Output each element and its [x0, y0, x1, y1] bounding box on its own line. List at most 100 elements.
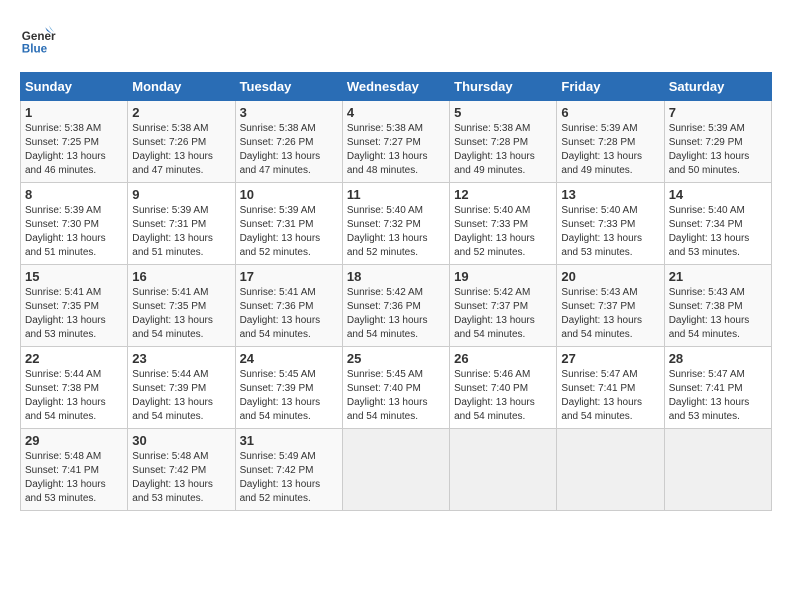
- day-info: Sunrise: 5:46 AMSunset: 7:40 PMDaylight:…: [454, 369, 535, 422]
- calendar-cell: 26 Sunrise: 5:46 AMSunset: 7:40 PMDaylig…: [450, 347, 557, 429]
- day-number: 29: [25, 433, 123, 448]
- calendar-cell: 20 Sunrise: 5:43 AMSunset: 7:37 PMDaylig…: [557, 265, 664, 347]
- calendar-cell: 31 Sunrise: 5:49 AMSunset: 7:42 PMDaylig…: [235, 429, 342, 511]
- day-info: Sunrise: 5:39 AMSunset: 7:29 PMDaylight:…: [669, 123, 750, 176]
- calendar-cell: 2 Sunrise: 5:38 AMSunset: 7:26 PMDayligh…: [128, 101, 235, 183]
- calendar-cell: 6 Sunrise: 5:39 AMSunset: 7:28 PMDayligh…: [557, 101, 664, 183]
- day-info: Sunrise: 5:38 AMSunset: 7:27 PMDaylight:…: [347, 123, 428, 176]
- day-info: Sunrise: 5:42 AMSunset: 7:36 PMDaylight:…: [347, 287, 428, 340]
- calendar-cell: 25 Sunrise: 5:45 AMSunset: 7:40 PMDaylig…: [342, 347, 449, 429]
- calendar-header-row: SundayMondayTuesdayWednesdayThursdayFrid…: [21, 73, 772, 101]
- day-info: Sunrise: 5:45 AMSunset: 7:40 PMDaylight:…: [347, 369, 428, 422]
- day-number: 26: [454, 351, 552, 366]
- day-number: 5: [454, 105, 552, 120]
- calendar-cell: 11 Sunrise: 5:40 AMSunset: 7:32 PMDaylig…: [342, 183, 449, 265]
- svg-text:Blue: Blue: [22, 42, 48, 55]
- calendar-cell: 7 Sunrise: 5:39 AMSunset: 7:29 PMDayligh…: [664, 101, 771, 183]
- calendar-cell: 18 Sunrise: 5:42 AMSunset: 7:36 PMDaylig…: [342, 265, 449, 347]
- calendar-cell: 12 Sunrise: 5:40 AMSunset: 7:33 PMDaylig…: [450, 183, 557, 265]
- weekday-header: Thursday: [450, 73, 557, 101]
- day-info: Sunrise: 5:38 AMSunset: 7:26 PMDaylight:…: [132, 123, 213, 176]
- day-number: 6: [561, 105, 659, 120]
- day-number: 31: [240, 433, 338, 448]
- calendar-week-row: 22 Sunrise: 5:44 AMSunset: 7:38 PMDaylig…: [21, 347, 772, 429]
- day-info: Sunrise: 5:48 AMSunset: 7:41 PMDaylight:…: [25, 451, 106, 504]
- day-info: Sunrise: 5:43 AMSunset: 7:37 PMDaylight:…: [561, 287, 642, 340]
- day-number: 17: [240, 269, 338, 284]
- calendar-cell: 27 Sunrise: 5:47 AMSunset: 7:41 PMDaylig…: [557, 347, 664, 429]
- weekday-header: Saturday: [664, 73, 771, 101]
- calendar-cell: 1 Sunrise: 5:38 AMSunset: 7:25 PMDayligh…: [21, 101, 128, 183]
- calendar-cell: 5 Sunrise: 5:38 AMSunset: 7:28 PMDayligh…: [450, 101, 557, 183]
- calendar-week-row: 15 Sunrise: 5:41 AMSunset: 7:35 PMDaylig…: [21, 265, 772, 347]
- day-info: Sunrise: 5:40 AMSunset: 7:33 PMDaylight:…: [454, 205, 535, 258]
- day-number: 21: [669, 269, 767, 284]
- day-number: 14: [669, 187, 767, 202]
- calendar-cell: 9 Sunrise: 5:39 AMSunset: 7:31 PMDayligh…: [128, 183, 235, 265]
- day-info: Sunrise: 5:43 AMSunset: 7:38 PMDaylight:…: [669, 287, 750, 340]
- calendar-cell: [557, 429, 664, 511]
- svg-text:General: General: [22, 30, 56, 43]
- day-number: 25: [347, 351, 445, 366]
- day-info: Sunrise: 5:39 AMSunset: 7:31 PMDaylight:…: [240, 205, 321, 258]
- day-number: 16: [132, 269, 230, 284]
- day-info: Sunrise: 5:47 AMSunset: 7:41 PMDaylight:…: [561, 369, 642, 422]
- calendar-cell: 8 Sunrise: 5:39 AMSunset: 7:30 PMDayligh…: [21, 183, 128, 265]
- day-info: Sunrise: 5:41 AMSunset: 7:35 PMDaylight:…: [132, 287, 213, 340]
- day-number: 15: [25, 269, 123, 284]
- weekday-header: Friday: [557, 73, 664, 101]
- day-number: 3: [240, 105, 338, 120]
- weekday-header: Monday: [128, 73, 235, 101]
- day-number: 11: [347, 187, 445, 202]
- day-info: Sunrise: 5:48 AMSunset: 7:42 PMDaylight:…: [132, 451, 213, 504]
- day-info: Sunrise: 5:41 AMSunset: 7:35 PMDaylight:…: [25, 287, 106, 340]
- calendar-cell: 24 Sunrise: 5:45 AMSunset: 7:39 PMDaylig…: [235, 347, 342, 429]
- day-info: Sunrise: 5:38 AMSunset: 7:28 PMDaylight:…: [454, 123, 535, 176]
- day-info: Sunrise: 5:47 AMSunset: 7:41 PMDaylight:…: [669, 369, 750, 422]
- calendar-week-row: 8 Sunrise: 5:39 AMSunset: 7:30 PMDayligh…: [21, 183, 772, 265]
- calendar-cell: [664, 429, 771, 511]
- day-number: 12: [454, 187, 552, 202]
- calendar-cell: [342, 429, 449, 511]
- calendar-cell: 10 Sunrise: 5:39 AMSunset: 7:31 PMDaylig…: [235, 183, 342, 265]
- calendar-cell: 22 Sunrise: 5:44 AMSunset: 7:38 PMDaylig…: [21, 347, 128, 429]
- calendar-table: SundayMondayTuesdayWednesdayThursdayFrid…: [20, 72, 772, 511]
- day-number: 1: [25, 105, 123, 120]
- calendar-cell: 21 Sunrise: 5:43 AMSunset: 7:38 PMDaylig…: [664, 265, 771, 347]
- day-info: Sunrise: 5:40 AMSunset: 7:34 PMDaylight:…: [669, 205, 750, 258]
- day-info: Sunrise: 5:39 AMSunset: 7:30 PMDaylight:…: [25, 205, 106, 258]
- day-info: Sunrise: 5:45 AMSunset: 7:39 PMDaylight:…: [240, 369, 321, 422]
- page-header: General Blue: [20, 20, 772, 56]
- calendar-cell: 15 Sunrise: 5:41 AMSunset: 7:35 PMDaylig…: [21, 265, 128, 347]
- day-info: Sunrise: 5:42 AMSunset: 7:37 PMDaylight:…: [454, 287, 535, 340]
- day-number: 20: [561, 269, 659, 284]
- calendar-cell: 29 Sunrise: 5:48 AMSunset: 7:41 PMDaylig…: [21, 429, 128, 511]
- day-info: Sunrise: 5:44 AMSunset: 7:38 PMDaylight:…: [25, 369, 106, 422]
- day-number: 18: [347, 269, 445, 284]
- day-number: 28: [669, 351, 767, 366]
- day-info: Sunrise: 5:38 AMSunset: 7:26 PMDaylight:…: [240, 123, 321, 176]
- calendar-cell: 30 Sunrise: 5:48 AMSunset: 7:42 PMDaylig…: [128, 429, 235, 511]
- day-number: 4: [347, 105, 445, 120]
- day-number: 30: [132, 433, 230, 448]
- day-number: 7: [669, 105, 767, 120]
- logo-icon: General Blue: [20, 20, 56, 56]
- day-number: 8: [25, 187, 123, 202]
- day-info: Sunrise: 5:38 AMSunset: 7:25 PMDaylight:…: [25, 123, 106, 176]
- calendar-cell: 16 Sunrise: 5:41 AMSunset: 7:35 PMDaylig…: [128, 265, 235, 347]
- day-number: 9: [132, 187, 230, 202]
- day-number: 13: [561, 187, 659, 202]
- day-info: Sunrise: 5:39 AMSunset: 7:28 PMDaylight:…: [561, 123, 642, 176]
- day-number: 24: [240, 351, 338, 366]
- day-number: 27: [561, 351, 659, 366]
- weekday-header: Tuesday: [235, 73, 342, 101]
- weekday-header: Wednesday: [342, 73, 449, 101]
- calendar-cell: 23 Sunrise: 5:44 AMSunset: 7:39 PMDaylig…: [128, 347, 235, 429]
- day-info: Sunrise: 5:40 AMSunset: 7:33 PMDaylight:…: [561, 205, 642, 258]
- logo: General Blue: [20, 20, 56, 56]
- calendar-cell: 4 Sunrise: 5:38 AMSunset: 7:27 PMDayligh…: [342, 101, 449, 183]
- day-number: 22: [25, 351, 123, 366]
- calendar-cell: [450, 429, 557, 511]
- day-number: 2: [132, 105, 230, 120]
- day-info: Sunrise: 5:49 AMSunset: 7:42 PMDaylight:…: [240, 451, 321, 504]
